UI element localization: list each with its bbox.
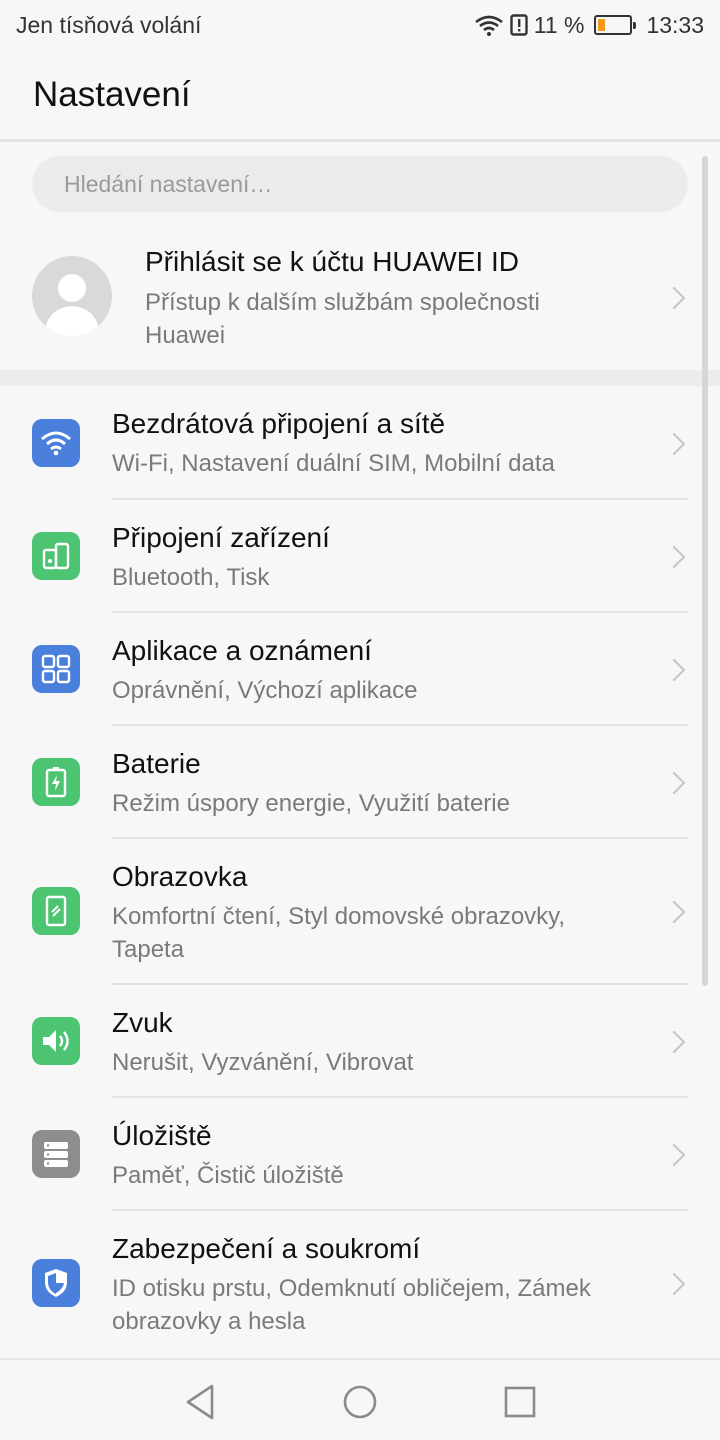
battery-icon — [32, 758, 80, 806]
back-icon[interactable] — [180, 1382, 220, 1422]
settings-item-security[interactable]: Zabezpečení a soukromí ID otisku prstu, … — [0, 1211, 720, 1357]
account-subtitle: Přístup k dalším službám společnosti Hua… — [145, 289, 540, 349]
battery-icon — [594, 15, 637, 35]
storage-icon — [32, 1130, 80, 1178]
chevron-right-icon — [662, 1143, 686, 1167]
status-bar: Jen tísňová volání 11 % 13:33 — [0, 0, 720, 50]
shield-icon — [32, 1259, 80, 1307]
item-title: Připojení zařízení — [112, 522, 330, 553]
wifi-icon — [474, 15, 503, 36]
status-right: 11 % 13:33 — [474, 12, 704, 39]
battery-percent: 11 % — [533, 11, 585, 38]
search-input[interactable]: Hledání nastavení… — [32, 156, 688, 212]
chevron-right-icon — [662, 432, 686, 456]
settings-item-display[interactable]: Obrazovka Komfortní čtení, Styl domovské… — [0, 839, 720, 985]
chevron-right-icon — [662, 1272, 686, 1296]
settings-item-wireless[interactable]: Bezdrátová připojení a sítě Wi-Fi, Nasta… — [0, 386, 720, 500]
item-subtitle: Režim úspory energie, Využití baterie — [112, 790, 510, 817]
clock: 13:33 — [646, 11, 704, 38]
section-divider — [0, 370, 720, 386]
settings-list: Bezdrátová připojení a sítě Wi-Fi, Nasta… — [0, 386, 720, 1357]
item-title: Bezdrátová připojení a sítě — [112, 408, 446, 439]
navigation-bar — [0, 1358, 720, 1440]
chevron-right-icon — [662, 900, 686, 924]
item-subtitle: ID otisku prstu, Odemknutí obličejem, Zá… — [112, 1275, 591, 1335]
avatar-icon — [32, 256, 112, 336]
chevron-right-icon — [662, 545, 686, 569]
item-title: Baterie — [112, 748, 201, 779]
search-placeholder: Hledání nastavení… — [64, 170, 273, 197]
item-title: Zabezpečení a soukromí — [112, 1233, 421, 1264]
item-subtitle: Bluetooth, Tisk — [112, 564, 270, 591]
sound-icon — [32, 1017, 80, 1065]
chevron-right-icon — [662, 771, 686, 795]
wifi-icon — [32, 419, 80, 467]
item-title: Zvuk — [112, 1007, 173, 1038]
settings-item-device-connection[interactable]: Připojení zařízení Bluetooth, Tisk — [0, 500, 720, 613]
settings-item-sound[interactable]: Zvuk Nerušit, Vyzvánění, Vibrovat — [0, 985, 720, 1098]
item-title: Úložiště — [112, 1120, 212, 1151]
item-title: Aplikace a oznámení — [112, 635, 372, 666]
chevron-right-icon — [662, 1030, 686, 1054]
item-subtitle: Komfortní čtení, Styl domovské obrazovky… — [112, 903, 566, 963]
display-icon — [32, 887, 80, 935]
huawei-id-login[interactable]: Přihlásit se k účtu HUAWEI ID Přístup k … — [0, 226, 720, 370]
app-header: Nastavení — [0, 50, 720, 142]
apps-icon — [32, 645, 80, 693]
account-title: Přihlásit se k účtu HUAWEI ID — [145, 246, 519, 277]
alert-icon — [510, 14, 528, 36]
item-subtitle: Wi-Fi, Nastavení duální SIM, Mobilní dat… — [112, 450, 555, 477]
chevron-right-icon — [662, 658, 686, 682]
settings-item-storage[interactable]: Úložiště Paměť, Čistič úložiště — [0, 1098, 720, 1211]
home-icon[interactable] — [340, 1382, 380, 1422]
recents-icon[interactable] — [500, 1382, 540, 1422]
settings-item-apps[interactable]: Aplikace a oznámení Oprávnění, Výchozí a… — [0, 613, 720, 726]
item-subtitle: Paměť, Čistič úložiště — [112, 1162, 344, 1189]
item-subtitle: Oprávnění, Výchozí aplikace — [112, 677, 418, 704]
device-connection-icon — [32, 532, 80, 580]
battery-fill — [598, 19, 605, 31]
scrollbar[interactable] — [702, 156, 708, 986]
item-subtitle: Nerušit, Vyzvánění, Vibrovat — [112, 1049, 414, 1076]
chevron-right-icon — [662, 286, 686, 310]
carrier-text: Jen tísňová volání — [16, 11, 202, 38]
item-title: Obrazovka — [112, 861, 248, 892]
page-title: Nastavení — [33, 74, 191, 114]
settings-item-battery[interactable]: Baterie Režim úspory energie, Využití ba… — [0, 726, 720, 839]
